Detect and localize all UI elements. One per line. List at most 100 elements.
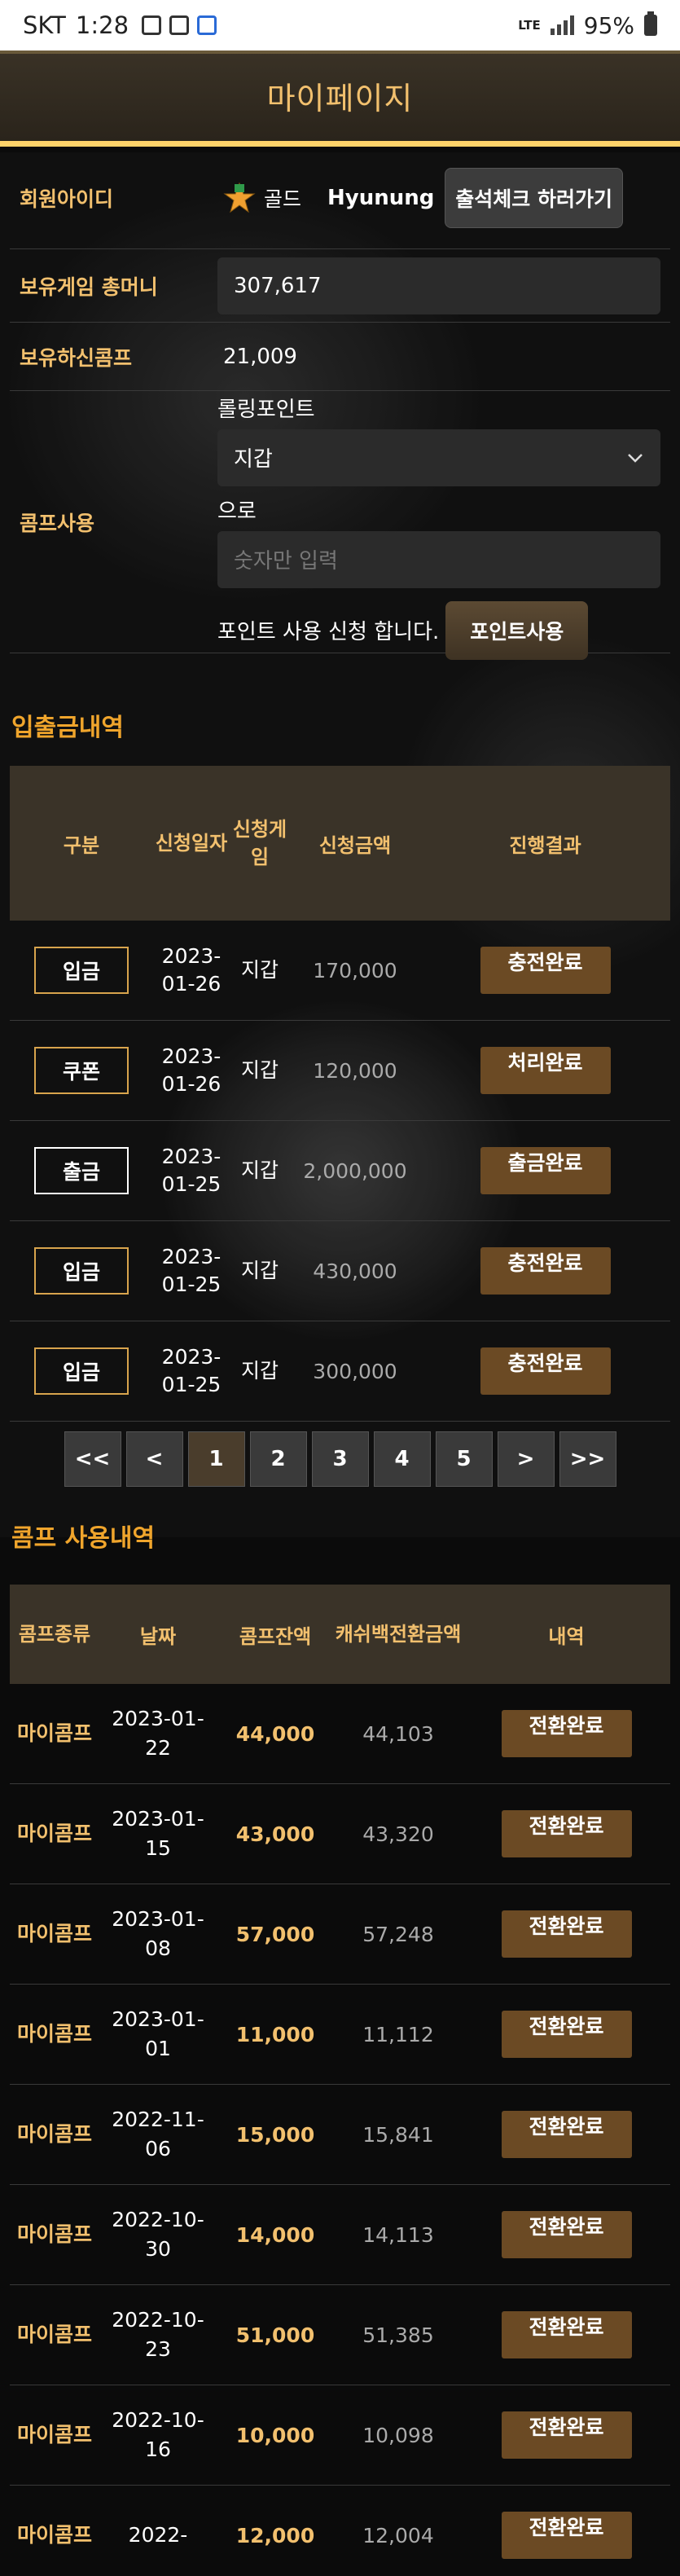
row-date: 2023-01-01 <box>112 2007 204 2060</box>
row-game: 지갑 <box>240 958 279 982</box>
page-title: 마이페이지 <box>266 81 414 116</box>
comp-balance-row: 보유하신콤프 21,009 <box>10 323 670 391</box>
comp-history-table: 콤프종류 날짜 콤프잔액 캐쉬백전환금액 내역 마이콤프 2023-01-22 … <box>10 1585 670 2576</box>
row-amount: 2,000,000 <box>303 1158 407 1183</box>
row-cashback: 12,004 <box>362 2523 434 2547</box>
pagination: << < 1 2 3 4 5 > >> <box>0 1431 680 1487</box>
row-date: 2023-01-26 <box>161 1044 222 1096</box>
status-badge: 출금완료 <box>480 1147 611 1194</box>
status-badge: 전환완료 <box>501 2411 632 2459</box>
page-button-1[interactable]: 1 <box>187 1431 245 1487</box>
comp-table-header: 콤프종류 날짜 콤프잔액 캐쉬백전환금액 내역 <box>10 1585 670 1684</box>
game-money-label: 보유게임 총머니 <box>20 275 158 299</box>
row-balance: 57,000 <box>235 1922 315 1946</box>
member-id-label: 회원아이디 <box>20 187 114 211</box>
row-date: 2022-11-06 <box>112 2108 204 2161</box>
battery-icon <box>644 11 657 36</box>
page-button-4[interactable]: 4 <box>373 1431 431 1487</box>
table-row: 마이콤프 2023-01-01 11,000 11,112 전환완료 <box>10 1985 670 2085</box>
row-kind: 마이콤프 <box>16 2222 92 2246</box>
type-tag: 쿠폰 <box>34 1047 129 1094</box>
member-grade: 골드 <box>264 187 302 211</box>
row-cashback: 43,320 <box>362 1822 434 1846</box>
header-comp-balance: 콤프잔액 <box>239 1624 312 1648</box>
next-page-button[interactable]: > <box>497 1431 555 1487</box>
table-row: 마이콤프 2022-10-16 10,000 10,098 전환완료 <box>10 2385 670 2486</box>
browser-notification-icon <box>197 15 217 35</box>
first-page-button[interactable]: << <box>64 1431 121 1487</box>
wallet-select[interactable]: 지갑 <box>217 429 660 486</box>
point-amount-input[interactable]: 숫자만 입력 <box>217 530 660 588</box>
row-date: 2023-01-25 <box>161 1345 222 1396</box>
deposit-table-header: 구분 신청일자 신청게임 신청금액 진행결과 <box>10 766 670 921</box>
header-date: 날짜 <box>139 1624 177 1648</box>
prev-page-button[interactable]: < <box>125 1431 183 1487</box>
row-game: 지갑 <box>240 1058 279 1082</box>
row-balance: 44,000 <box>235 1721 315 1746</box>
attendance-check-button[interactable]: 출석체크 하러가기 <box>445 167 623 228</box>
member-info: 회원아이디 골드 Hyunung 출석체크 하러가기 보유게임 총머니 307,… <box>0 147 680 660</box>
row-cashback: 15,841 <box>362 2122 434 2147</box>
comp-use-label: 콤프사용 <box>20 511 95 535</box>
deposit-history-table: 구분 신청일자 신청게임 신청금액 진행결과 입금 2023-01-26 지갑 … <box>10 766 670 1422</box>
point-use-button[interactable]: 포인트사용 <box>445 600 589 660</box>
row-amount: 300,000 <box>313 1359 397 1383</box>
type-tag: 입금 <box>34 947 129 994</box>
game-money-value: 307,617 <box>217 257 660 314</box>
row-kind: 마이콤프 <box>16 2423 92 2446</box>
row-cashback: 44,103 <box>362 1721 434 1746</box>
row-date: 2022- <box>128 2523 188 2547</box>
header-game: 신청게임 <box>232 818 287 868</box>
status-badge: 전환완료 <box>501 1710 632 1757</box>
header-amount: 신청금액 <box>318 833 392 857</box>
lte-icon: LTE <box>518 17 541 33</box>
gold-star-icon <box>223 182 256 213</box>
row-date: 2023-01-25 <box>161 1245 222 1296</box>
deposit-history-title: 입출금내역 <box>11 714 124 742</box>
table-row: 입금 2023-01-25 지갑 300,000 충전완료 <box>10 1321 670 1422</box>
table-row: 쿠폰 2023-01-26 지갑 120,000 처리완료 <box>10 1021 670 1121</box>
table-row: 마이콤프 2022-10-23 51,000 51,385 전환완료 <box>10 2285 670 2385</box>
table-row: 마이콤프 2023-01-22 44,000 44,103 전환완료 <box>10 1684 670 1784</box>
app-notification-icon <box>169 15 190 35</box>
type-tag: 입금 <box>34 1347 129 1395</box>
row-game: 지갑 <box>240 1259 279 1282</box>
row-kind: 마이콤프 <box>16 1922 92 1945</box>
status-badge: 충전완료 <box>480 1347 611 1395</box>
row-balance: 51,000 <box>235 2323 315 2347</box>
row-balance: 43,000 <box>235 1822 315 1846</box>
page-button-5[interactable]: 5 <box>435 1431 493 1487</box>
member-id-row: 회원아이디 골드 Hyunung 출석체크 하러가기 <box>10 147 670 249</box>
gallery-icon <box>142 15 162 35</box>
row-amount: 430,000 <box>313 1259 397 1283</box>
comp-balance-label: 보유하신콤프 <box>20 345 133 370</box>
header-comp-kind: 콤프종류 <box>18 1623 91 1646</box>
row-cashback: 11,112 <box>362 2022 434 2046</box>
clock: 1:28 <box>75 11 129 39</box>
comp-history-title: 콤프 사용내역 <box>11 1524 156 1553</box>
header-detail: 내역 <box>548 1624 585 1648</box>
last-page-button[interactable]: >> <box>559 1431 616 1487</box>
row-date: 2023-01-26 <box>161 944 222 996</box>
status-badge: 전환완료 <box>501 2512 632 2559</box>
table-row: 출금 2023-01-25 지갑 2,000,000 출금완료 <box>10 1121 670 1221</box>
signal-icon <box>550 15 574 35</box>
header-type: 구분 <box>63 833 100 857</box>
page-button-3[interactable]: 3 <box>311 1431 369 1487</box>
page-button-2[interactable]: 2 <box>249 1431 307 1487</box>
header-cashback-amount: 캐쉬백전환금액 <box>335 1623 462 1646</box>
member-user-id: Hyunung <box>327 185 435 210</box>
row-date: 2023-01-25 <box>161 1145 222 1196</box>
row-game: 지갑 <box>240 1359 279 1383</box>
status-badge: 전환완료 <box>501 2011 632 2058</box>
row-kind: 마이콤프 <box>16 1822 92 1845</box>
header-date: 신청일자 <box>155 832 228 855</box>
row-cashback: 14,113 <box>362 2222 434 2247</box>
carrier-label: SKT <box>23 11 66 39</box>
status-badge: 전환완료 <box>501 1810 632 1857</box>
status-badge: 충전완료 <box>480 947 611 994</box>
table-row: 입금 2023-01-25 지갑 430,000 충전완료 <box>10 1221 670 1321</box>
wallet-select-value: 지갑 <box>234 447 273 472</box>
row-kind: 마이콤프 <box>16 1721 92 1745</box>
to-caption: 으로 <box>217 499 257 524</box>
